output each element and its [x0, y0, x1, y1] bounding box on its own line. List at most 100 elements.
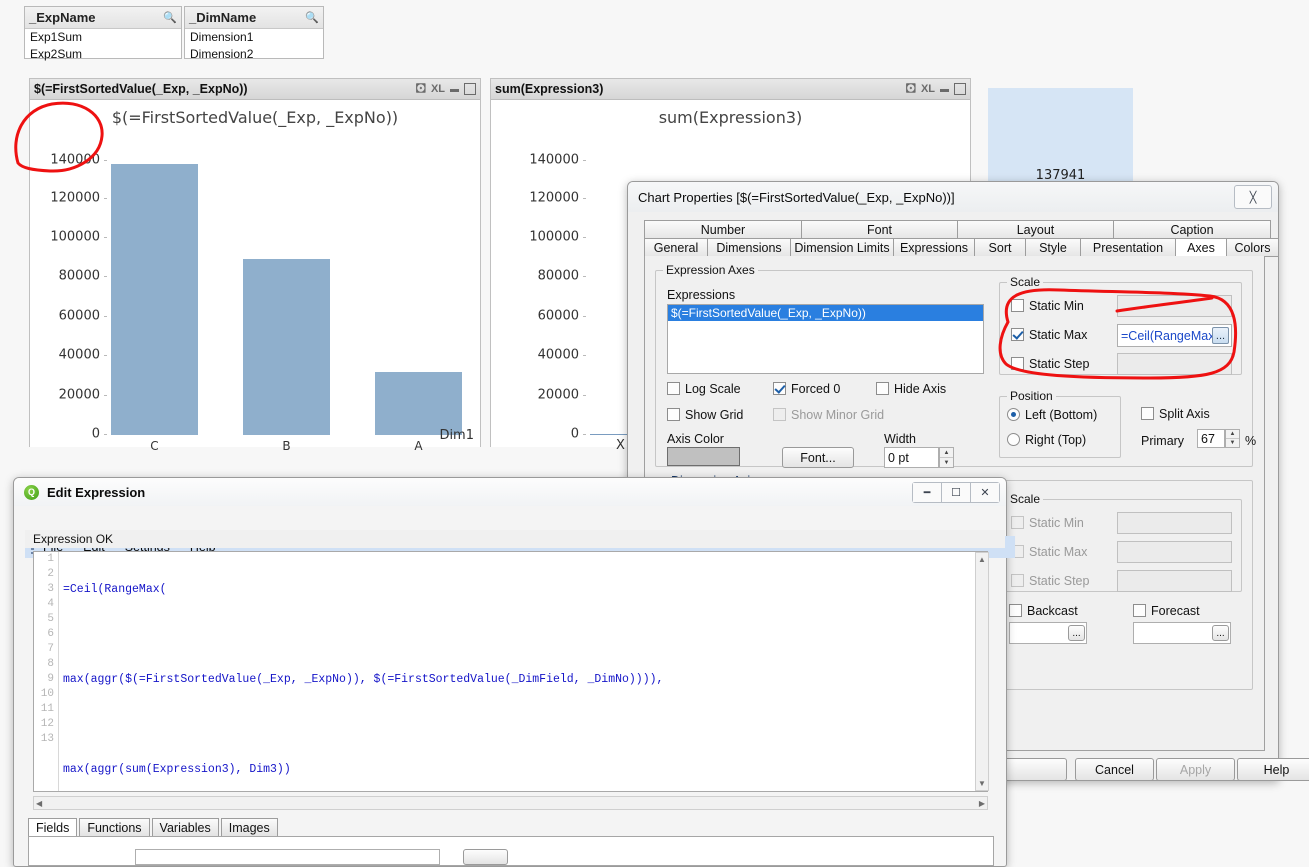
listbox-dimname[interactable]: _DimName 🔍 Dimension1 Dimension2 [184, 6, 324, 61]
bar-c[interactable] [111, 164, 198, 435]
static-min-checkbox[interactable] [1011, 299, 1024, 312]
print-icon[interactable]: 🖸 [416, 83, 426, 95]
edit-expression-titlebar[interactable]: Q Edit Expression ━ ☐ ✕ [14, 478, 1006, 506]
backcast-checkbox[interactable] [1009, 604, 1022, 617]
expression-axes-label: Expression Axes [663, 263, 758, 277]
tab-functions[interactable]: Functions [79, 818, 150, 837]
forced-zero-checkbox[interactable] [773, 382, 786, 395]
tab-font[interactable]: Font [801, 220, 958, 239]
x-axis-title: X [616, 438, 625, 453]
static-max-checkbox[interactable] [1011, 328, 1024, 341]
expressions-list[interactable]: $(=FirstSortedValue(_Exp, _ExpNo)) [667, 304, 984, 374]
forecast-checkbox[interactable] [1133, 604, 1146, 617]
list-item[interactable]: Dimension2 [185, 46, 323, 63]
list-item[interactable]: Exp1Sum [25, 29, 181, 46]
expressions-list-selected-item[interactable]: $(=FirstSortedValue(_Exp, _ExpNo)) [668, 305, 983, 321]
scroll-right-icon[interactable]: ▶ [979, 799, 985, 808]
search-icon[interactable]: 🔍 [163, 11, 177, 24]
tab-images[interactable]: Images [220, 818, 278, 837]
dim-static-min-checkbox [1011, 516, 1024, 529]
edit-expression-dialog[interactable]: Q Edit Expression ━ ☐ ✕ File Edit Settin… [13, 477, 1015, 867]
backcast-label: Backcast [1027, 604, 1078, 618]
y-tick-label: 140000 [50, 152, 100, 168]
print-icon[interactable]: 🖸 [906, 83, 916, 95]
position-right-top-radio[interactable] [1007, 433, 1020, 446]
tab-layout[interactable]: Layout [957, 220, 1114, 239]
tab-number[interactable]: Number [644, 220, 802, 239]
tab-expressions[interactable]: Expressions [893, 238, 975, 257]
split-axis-checkbox[interactable] [1141, 407, 1154, 420]
tab-dimensions[interactable]: Dimensions [707, 238, 791, 257]
width-input[interactable]: 0 pt [884, 447, 939, 468]
log-scale-checkbox[interactable] [667, 382, 680, 395]
restore-icon[interactable]: ☐ [942, 481, 971, 503]
edit-expression-title: Edit Expression [47, 484, 146, 500]
bar-a[interactable] [375, 372, 462, 435]
list-item[interactable]: Dimension1 [185, 29, 323, 46]
field-paste-button[interactable] [463, 849, 508, 865]
editor-line-numbers: 1 2 3 4 5 6 7 8 9 10 11 12 13 [34, 552, 59, 791]
chart-properties-titlebar[interactable]: Chart Properties [$(=FirstSortedValue(_E… [628, 182, 1278, 212]
show-grid-checkbox[interactable] [667, 408, 680, 421]
primary-percent-label: % [1245, 434, 1257, 448]
help-button[interactable]: Help [1237, 758, 1309, 781]
static-step-checkbox[interactable] [1011, 357, 1024, 370]
backcast-expression-builder-button[interactable]: ... [1068, 625, 1085, 641]
primary-stepper[interactable]: ▲ ▼ [1225, 429, 1240, 448]
primary-input[interactable]: 67 [1197, 429, 1225, 448]
line-number: 12 [40, 718, 54, 730]
chart2-caption[interactable]: sum(Expression3) 🖸 XL [491, 79, 970, 100]
minimize-icon[interactable] [940, 88, 949, 92]
maximize-icon[interactable] [954, 83, 966, 95]
y-tick-label: 40000 [537, 347, 579, 363]
static-max-expression-builder-button[interactable]: ... [1212, 327, 1229, 344]
forecast-expression-builder-button[interactable]: ... [1212, 625, 1229, 641]
width-label: Width [884, 432, 916, 446]
text-object-137941[interactable]: 137941 [988, 88, 1133, 191]
chart1-caption[interactable]: $(=FirstSortedValue(_Exp, _ExpNo)) 🖸 XL [30, 79, 480, 100]
excel-export-icon[interactable]: XL [431, 83, 445, 95]
listbox-expname[interactable]: _ExpName 🔍 Exp1Sum Exp2Sum [24, 6, 182, 61]
chart1-caption-icons: 🖸 XL [416, 83, 476, 95]
close-icon[interactable]: ╳ [1234, 185, 1272, 209]
y-tick-label: 60000 [58, 308, 100, 324]
width-stepper[interactable]: ▲ ▼ [939, 447, 954, 468]
search-icon[interactable]: 🔍 [305, 11, 319, 24]
minimize-icon[interactable]: ━ [912, 481, 942, 503]
excel-export-icon[interactable]: XL [921, 83, 935, 95]
tab-variables[interactable]: Variables [151, 818, 219, 837]
scroll-down-icon[interactable]: ▼ [978, 779, 986, 788]
editor-horizontal-scrollbar[interactable]: ◀ ▶ [33, 796, 988, 810]
static-min-label: Static Min [1029, 299, 1084, 313]
list-item[interactable]: Exp2Sum [25, 46, 181, 63]
code-line: max(aggr($(=FirstSortedValue(_Exp, _ExpN… [63, 673, 664, 686]
field-search-input[interactable] [135, 849, 440, 865]
editor-code-area[interactable]: =Ceil(RangeMax( max(aggr($(=FirstSortedV… [63, 552, 987, 791]
tab-style[interactable]: Style [1025, 238, 1081, 257]
editor-vertical-scrollbar[interactable]: ▲ ▼ [975, 552, 989, 791]
tab-colors[interactable]: Colors [1226, 238, 1279, 257]
close-icon[interactable]: ✕ [971, 481, 1000, 503]
static-step-input[interactable] [1117, 353, 1232, 375]
tab-caption[interactable]: Caption [1113, 220, 1271, 239]
chart2-caption-icons: 🖸 XL [906, 83, 966, 95]
tab-general[interactable]: General [644, 238, 708, 257]
static-min-input[interactable] [1117, 295, 1232, 317]
tab-sort[interactable]: Sort [974, 238, 1026, 257]
font-button[interactable]: Font... [782, 447, 854, 468]
chart-window-firstsortedvalue[interactable]: $(=FirstSortedValue(_Exp, _ExpNo)) 🖸 XL … [29, 78, 481, 453]
maximize-icon[interactable] [464, 83, 476, 95]
hide-axis-checkbox[interactable] [876, 382, 889, 395]
expression-editor[interactable]: 1 2 3 4 5 6 7 8 9 10 11 12 13 =Ceil(Rang… [33, 551, 988, 792]
tab-fields[interactable]: Fields [28, 818, 78, 837]
position-left-bottom-radio[interactable] [1007, 408, 1020, 421]
cancel-button[interactable]: Cancel [1075, 758, 1154, 781]
minimize-icon[interactable] [450, 88, 459, 92]
scroll-left-icon[interactable]: ◀ [36, 799, 42, 808]
tab-axes[interactable]: Axes [1175, 238, 1227, 257]
bar-b[interactable] [243, 259, 330, 435]
scroll-up-icon[interactable]: ▲ [978, 555, 986, 564]
tab-dimension-limits[interactable]: Dimension Limits [790, 238, 894, 257]
tab-presentation[interactable]: Presentation [1080, 238, 1176, 257]
axis-color-swatch[interactable] [667, 447, 740, 466]
